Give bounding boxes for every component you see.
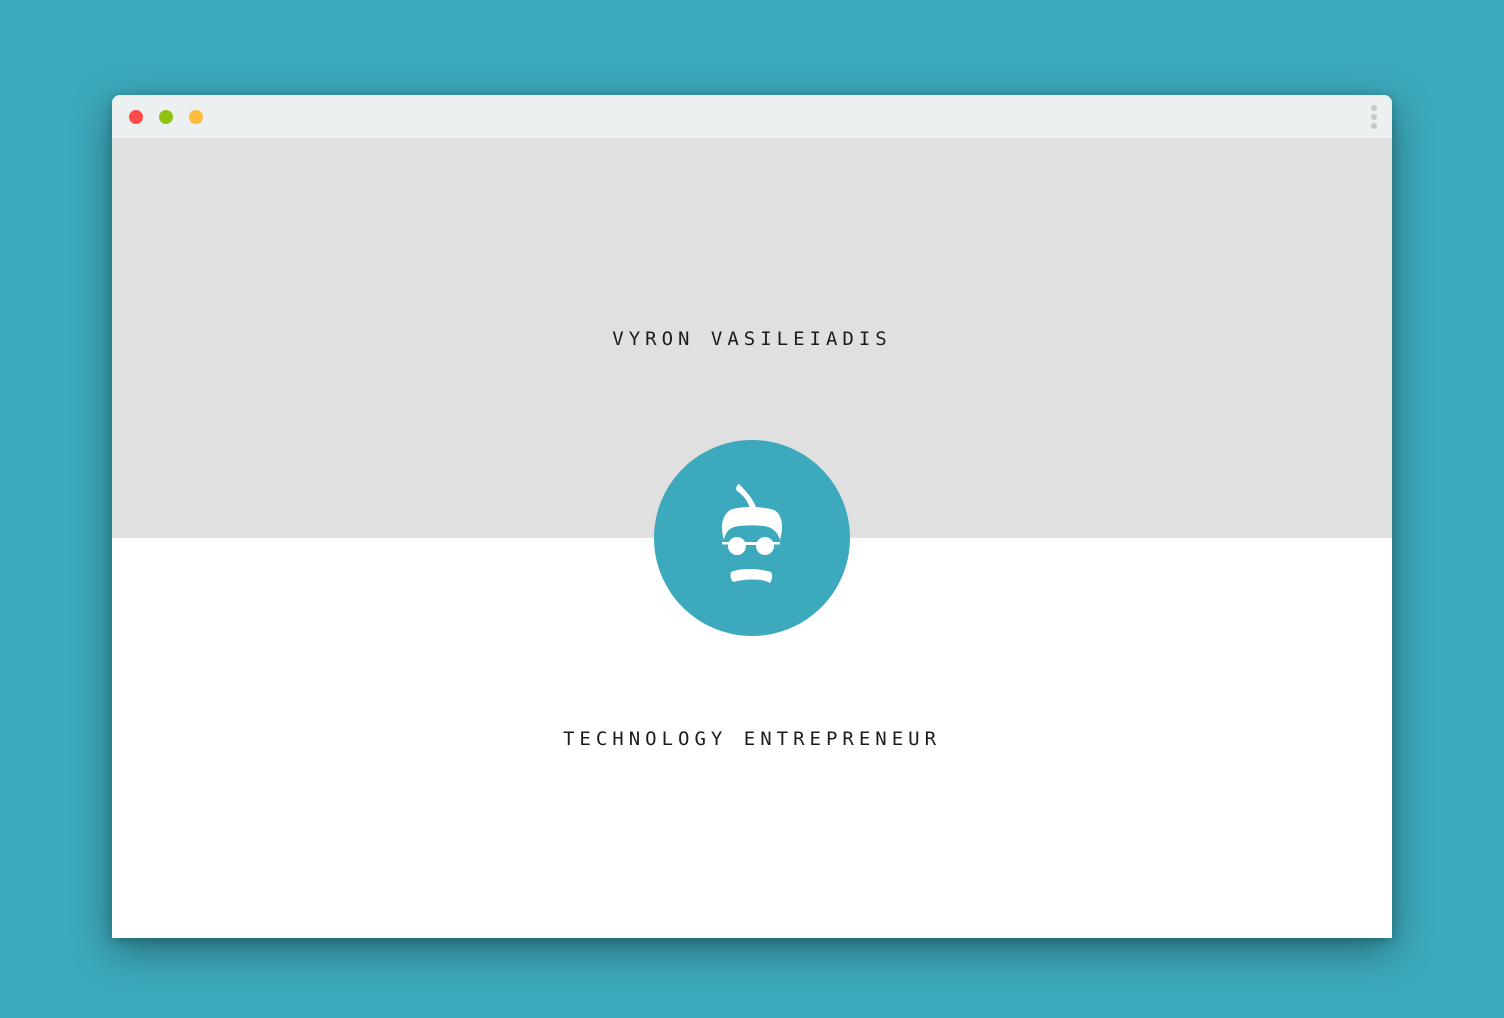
window-titlebar — [112, 95, 1392, 138]
face-glasses-mustache-icon — [722, 484, 782, 583]
close-window-button[interactable] — [129, 110, 143, 124]
browser-window: VYRON VASILEIADIS TECHNOLOGY ENTREPRENEU… — [112, 95, 1392, 938]
more-vertical-icon[interactable] — [1367, 104, 1381, 130]
tagline: TECHNOLOGY ENTREPRENEUR — [562, 728, 942, 750]
site-owner-name: VYRON VASILEIADIS — [612, 328, 892, 350]
maximize-window-button[interactable] — [189, 110, 203, 124]
avatar — [654, 440, 850, 636]
minimize-window-button[interactable] — [159, 110, 173, 124]
